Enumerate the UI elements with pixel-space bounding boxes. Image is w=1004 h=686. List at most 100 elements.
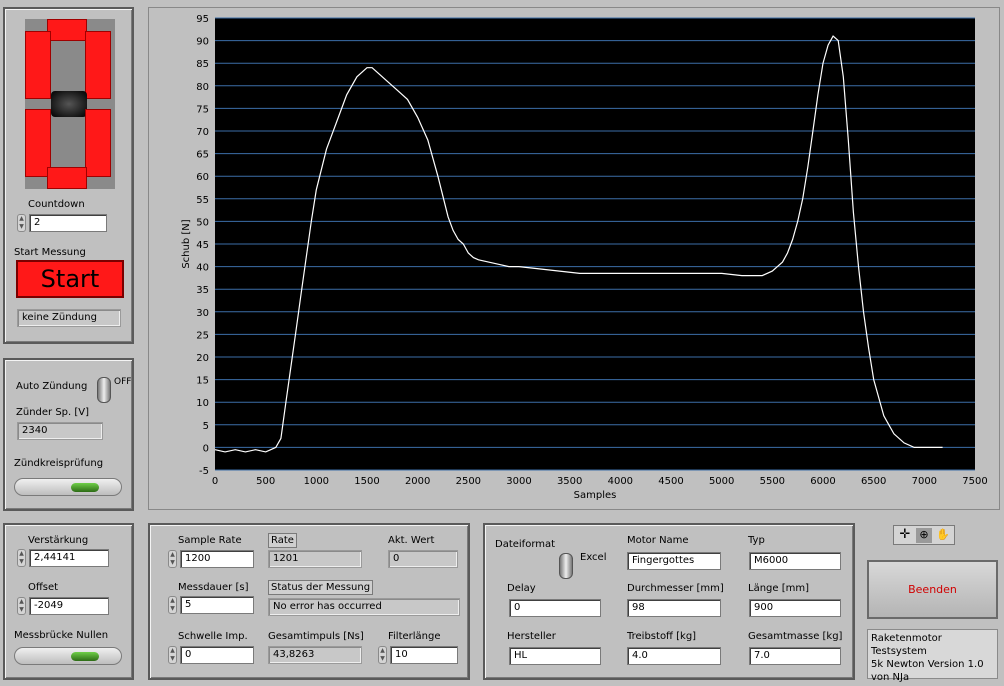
x-tick-label: 5500 [760,476,785,487]
y-tick-label: 25 [196,330,209,341]
zoom-icon[interactable]: ⊕ [916,528,932,543]
offset-spinner[interactable]: ▲ ▼ [17,597,26,615]
ignition-check-button[interactable] [14,478,122,496]
about-box: Raketenmotor Testsystem 5k Newton Versio… [867,629,998,683]
x-axis-label: Samples [574,490,617,501]
x-tick-label: 2500 [456,476,481,487]
y-tick-label: 45 [196,240,209,251]
total-mass-input[interactable]: 7.0 [749,647,841,665]
exit-button[interactable]: Beenden [867,560,998,619]
led-icon [71,652,99,661]
delay-input[interactable]: 0 [509,599,601,617]
bridge-zero-button[interactable] [14,647,122,665]
auto-ignition-label: Auto Zündung [16,381,88,392]
y-tick-label: 55 [196,195,209,206]
propellant-label: Treibstoff [kg] [627,631,697,642]
about-line: 5k Newton Version 1.0 [871,659,984,670]
current-value-label: Akt. Wert [388,535,435,546]
countdown-panel: Countdown ▲ ▼ 2 Start Messung Start keine… [3,7,134,344]
motor-name-input[interactable]: Fingergottes [627,552,721,570]
pan-hand-icon[interactable]: ✋ [935,528,951,543]
y-tick-label: 5 [203,421,209,432]
status-value: No error has occurred [268,598,460,616]
duration-spinner[interactable]: ▲ ▼ [168,596,177,614]
diameter-input[interactable]: 98 [627,599,721,617]
countdown-input[interactable]: 2 [29,214,107,232]
y-tick-label: 90 [196,37,209,48]
fileformat-toggle[interactable] [559,553,573,579]
y-tick-label: 95 [196,14,209,25]
motor-panel: Dateiformat Excel Motor Name Fingergotte… [483,523,855,680]
duration-input[interactable]: 5 [180,596,254,614]
chart-area: -5 0 5 10 15 20 25 30 35 40 45 50 55 60 65 70 75 80 85 90 95… [148,7,1000,510]
type-input[interactable]: M6000 [749,552,841,570]
about-line: Raketenmotor Testsystem [871,633,942,657]
segment-top [47,19,87,41]
diameter-label: Durchmesser [mm] [627,583,724,594]
x-tick-label: 500 [256,476,275,487]
x-tick-label: 1000 [304,476,329,487]
filter-length-spinner[interactable]: ▲ ▼ [378,646,387,664]
y-tick-label: 60 [196,172,209,183]
gain-spinner[interactable]: ▲ ▼ [17,549,26,567]
total-impulse-label: Gesamtimpuls [Ns] [268,631,364,642]
start-button[interactable]: Start [16,260,124,298]
threshold-spinner[interactable]: ▲ ▼ [168,646,177,664]
segment-upper-right [85,31,111,99]
x-tick-label: 5000 [709,476,734,487]
fileformat-label: Dateiformat [495,539,556,550]
countdown-spinner[interactable]: ▲ ▼ [17,214,26,232]
led-icon [71,483,99,492]
x-tick-label: 1500 [354,476,379,487]
delay-label: Delay [507,583,536,594]
y-tick-label: 50 [196,217,209,228]
x-tick-label: 6000 [810,476,835,487]
maker-input[interactable]: HL [509,647,601,665]
y-tick-label: 75 [196,104,209,115]
crosshair-icon[interactable]: ✛ [897,528,913,543]
y-tick-label: 80 [196,82,209,93]
x-tick-label: 7500 [962,476,987,487]
auto-ignition-toggle[interactable] [97,377,111,403]
countdown-label: Countdown [28,199,85,210]
y-tick-label: 0 [203,443,209,454]
bridge-zero-label: Messbrücke Nullen [14,630,109,641]
start-measure-label: Start Messung [14,247,86,258]
y-tick-label: -5 [199,466,209,477]
graph-tool-palette: ✛ ⊕ ✋ [893,525,955,545]
maker-label: Hersteller [507,631,556,642]
type-label: Typ [748,535,765,546]
x-tick-label: 6500 [861,476,886,487]
x-tick-label: 4500 [658,476,683,487]
ignition-status: keine Zündung [17,309,121,327]
segment-upper-left [25,31,51,99]
about-line: von NJa [871,672,910,683]
threshold-input[interactable]: 0 [180,646,254,664]
rate-label: Rate [268,533,297,548]
y-tick-label: 70 [196,127,209,138]
propellant-input[interactable]: 4.0 [627,647,721,665]
length-input[interactable]: 900 [749,599,841,617]
ignition-check-label: Zündkreisprüfung [14,458,104,469]
rate-value: 1201 [268,550,362,568]
filter-length-input[interactable]: 10 [390,646,458,664]
status-label: Status der Messung [268,580,374,595]
current-value: 0 [388,550,458,568]
motor-name-label: Motor Name [627,535,689,546]
y-axis-label: Schub [N] [181,219,192,268]
gain-input[interactable]: 2,44141 [29,549,109,567]
segment-middle [51,91,87,117]
y-tick-label: 20 [196,353,209,364]
offset-input[interactable]: -2049 [29,597,109,615]
y-tick-label: 15 [196,376,209,387]
total-mass-label: Gesamtmasse [kg] [748,631,843,642]
y-tick-label: 65 [196,150,209,161]
length-label: Länge [mm] [748,583,810,594]
sample-rate-spinner[interactable]: ▲ ▼ [168,550,177,568]
thrust-chart: -505101520253035404550556065707580859095… [181,14,988,501]
x-tick-label: 4000 [608,476,633,487]
x-tick-label: 3500 [557,476,582,487]
sample-rate-input[interactable]: 1200 [180,550,254,568]
measurement-panel: Sample Rate ▲ ▼ 1200 Rate 1201 Akt. Wert … [148,523,470,680]
seven-segment-display [25,19,115,189]
